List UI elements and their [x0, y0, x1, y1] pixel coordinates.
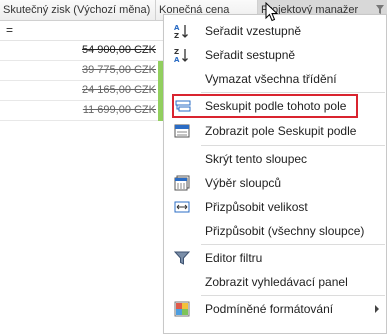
- menu-item-column-chooser[interactable]: Výběr sloupců: [165, 171, 387, 195]
- filter-operator[interactable]: =: [6, 23, 13, 37]
- submenu-arrow-icon: [375, 305, 379, 313]
- menu-item-conditional-formatting[interactable]: Podmíněné formátování: [165, 297, 387, 321]
- table-row[interactable]: 54 900,00 CZK: [0, 41, 165, 61]
- group-panel-icon: [174, 124, 190, 138]
- menu-separator: [201, 244, 385, 245]
- row-value: 24 165,00 CZK: [82, 84, 156, 96]
- menu-item-label: Zobrazit pole Seskupit podle: [205, 124, 357, 138]
- menu-item-label: Přizpůsobit velikost: [205, 200, 308, 214]
- table-row[interactable]: 39 775,00 CZK: [0, 61, 165, 81]
- menu-item-sort-ascending[interactable]: A Z Seřadit vzestupně: [165, 19, 387, 43]
- menu-item-best-fit[interactable]: Přizpůsobit velikost: [165, 195, 387, 219]
- menu-item-label: Zobrazit vyhledávací panel: [205, 275, 348, 289]
- menu-separator: [201, 92, 385, 93]
- menu-item-label: Podmíněné formátování: [205, 302, 334, 316]
- menu-item-clear-sorting[interactable]: Vymazat všechna třídění: [165, 67, 387, 91]
- menu-item-label: Vymazat všechna třídění: [205, 72, 337, 86]
- mouse-cursor-icon: [265, 2, 279, 22]
- column-header-actual-profit[interactable]: Skutečný zisk (Výchozí měna): [0, 0, 156, 21]
- filter-icon[interactable]: [376, 5, 384, 14]
- menu-separator: [201, 295, 385, 296]
- menu-item-label: Výběr sloupců: [205, 176, 282, 190]
- menu-separator: [201, 145, 385, 146]
- best-fit-icon: [174, 201, 190, 213]
- table-row[interactable]: 24 165,00 CZK: [0, 81, 165, 101]
- table-row[interactable]: 11 699,00 CZK: [0, 101, 165, 121]
- menu-item-label: Seřadit vzestupně: [205, 24, 302, 38]
- menu-item-show-group-panel[interactable]: Zobrazit pole Seskupit podle: [165, 119, 387, 143]
- menu-item-group-by-field[interactable]: Seskupit podle tohoto pole: [172, 94, 358, 118]
- row-value: 54 900,00 CZK: [82, 44, 156, 56]
- svg-text:A: A: [174, 24, 180, 32]
- menu-item-hide-column[interactable]: Skrýt tento sloupec: [165, 147, 387, 171]
- menu-item-sort-descending[interactable]: Z A Seřadit sestupně: [165, 43, 387, 67]
- svg-text:A: A: [174, 56, 180, 63]
- filter-editor-icon: [174, 251, 190, 265]
- row-value: 39 775,00 CZK: [82, 64, 156, 76]
- menu-item-label: Seskupit podle tohoto pole: [205, 99, 347, 113]
- menu-item-filter-editor[interactable]: Editor filtru: [165, 246, 387, 270]
- sort-ascending-icon: A Z: [174, 24, 188, 39]
- column-context-menu: A Z Seřadit vzestupně Z A Seřadit sestup…: [163, 14, 387, 334]
- menu-item-label: Seřadit sestupně: [205, 48, 296, 62]
- conditional-formatting-icon: [174, 301, 190, 317]
- column-chooser-icon: [174, 175, 190, 191]
- row-value: 11 699,00 CZK: [82, 104, 156, 116]
- menu-item-label: Editor filtru: [205, 251, 263, 265]
- sort-descending-icon: Z A: [174, 48, 188, 63]
- menu-item-label: Přizpůsobit (všechny sloupce): [205, 224, 365, 238]
- menu-item-label: Skrýt tento sloupec: [205, 152, 308, 166]
- svg-text:Z: Z: [174, 32, 179, 39]
- menu-item-show-find-panel[interactable]: Zobrazit vyhledávací panel: [165, 270, 387, 294]
- svg-text:Z: Z: [174, 48, 179, 56]
- group-by-icon: [175, 100, 191, 112]
- menu-item-best-fit-all[interactable]: Přizpůsobit (všechny sloupce): [165, 219, 387, 243]
